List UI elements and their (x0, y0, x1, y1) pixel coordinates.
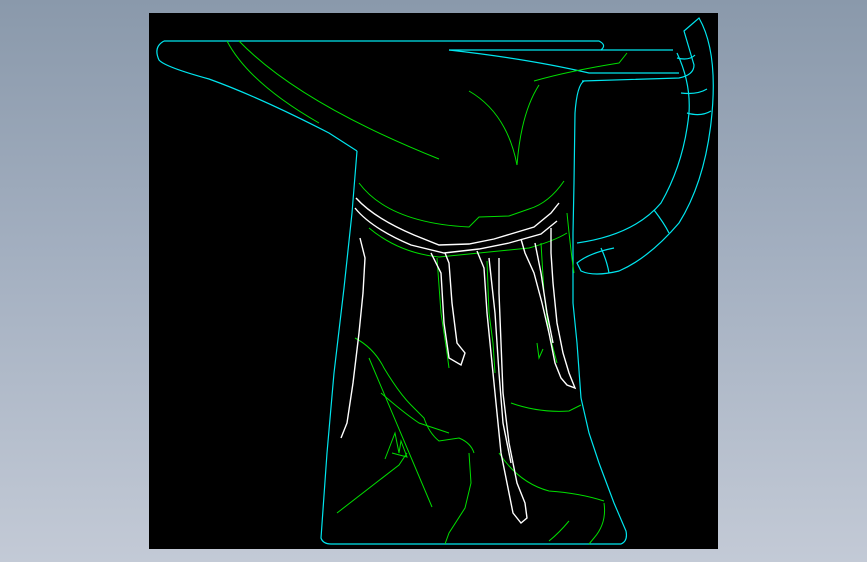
drip-3-inner (534, 242, 554, 344)
body-crack-right-3 (588, 502, 605, 545)
cad-viewport[interactable] (149, 13, 718, 549)
drip-3 (520, 228, 577, 390)
body-crack-right (510, 402, 582, 412)
handle-segment-4 (653, 209, 670, 234)
drip-1 (430, 252, 466, 367)
spout-curve-2 (238, 40, 440, 160)
drip-tick (536, 342, 544, 360)
body-crack-left (354, 337, 475, 454)
left-wall-drip (340, 237, 366, 439)
spout-curve-1 (226, 40, 320, 124)
rim-inner-curve (533, 52, 628, 82)
inner-arc-2 (516, 84, 540, 166)
inner-arc-1 (468, 90, 518, 166)
drip-edges (340, 197, 577, 524)
surface-detail-lines (226, 40, 628, 545)
body-crack-left-2 (380, 392, 450, 434)
rim-inner-ring (358, 180, 565, 228)
zigzag-mark (384, 431, 408, 460)
handle-segment-2 (680, 88, 708, 95)
body-crack-right-4 (548, 520, 570, 542)
jug-handle (576, 17, 714, 275)
rim-drip-band-inner (354, 207, 558, 254)
body-left-wall (320, 150, 628, 545)
jug-body-outline (156, 40, 679, 545)
body-crack-right-2 (498, 452, 605, 502)
diagonal-crack-2 (336, 452, 408, 514)
handle-segment-5 (600, 247, 610, 274)
rim-lower-line (448, 49, 679, 74)
diagonal-crack (368, 357, 433, 508)
handle-segment-3 (686, 110, 712, 116)
cad-drawing-canvas (156, 17, 714, 545)
body-crack-mid (444, 452, 472, 545)
handle-inner (576, 52, 690, 244)
drip-2 (476, 250, 528, 524)
body-right-wall (572, 80, 585, 399)
